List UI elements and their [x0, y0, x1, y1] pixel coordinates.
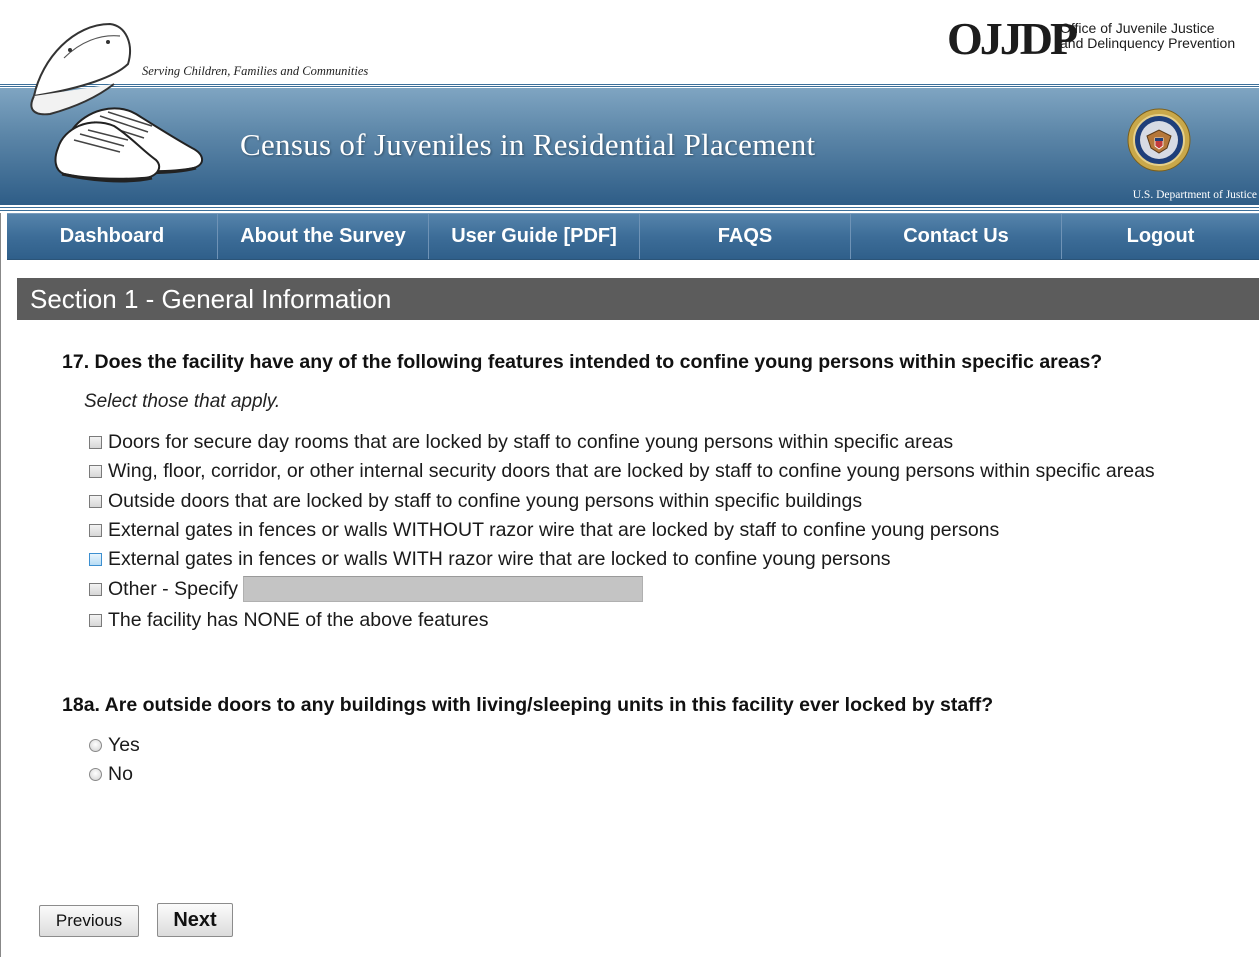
- option-label: The facility has NONE of the above featu…: [108, 608, 489, 631]
- checkbox[interactable]: [89, 436, 102, 449]
- q17-option-secure-day-rooms[interactable]: Doors for secure day rooms that are lock…: [89, 430, 953, 454]
- question-17-text: 17. Does the facility have any of the fo…: [62, 351, 1103, 373]
- agency-name: Office of Juvenile Justice and Delinquen…: [1060, 21, 1235, 51]
- q17-option-gates-without-razor-wire[interactable]: External gates in fences or walls WITHOU…: [89, 518, 999, 542]
- checkbox[interactable]: [89, 583, 102, 596]
- main-nav: Dashboard About the Survey User Guide [P…: [7, 213, 1259, 260]
- next-button[interactable]: Next: [157, 903, 233, 937]
- option-label: External gates in fences or walls WITH r…: [108, 547, 891, 570]
- agency-name-line2: and Delinquency Prevention: [1060, 35, 1236, 51]
- doj-seal-icon: [1127, 108, 1191, 172]
- radio-button[interactable]: [89, 767, 102, 781]
- header-rule-bottom: [0, 205, 1259, 213]
- site-header: Census of Juveniles in Residential Place…: [0, 0, 1259, 213]
- q17-option-other-specify[interactable]: Other - Specify: [89, 576, 644, 602]
- option-label: Yes: [108, 733, 140, 756]
- checkbox[interactable]: [89, 614, 102, 627]
- option-label: Outside doors that are locked by staff t…: [108, 489, 863, 512]
- doj-caption: U.S. Department of Justice: [1132, 189, 1257, 201]
- q17-option-none[interactable]: The facility has NONE of the above featu…: [89, 608, 488, 632]
- q18a-option-yes[interactable]: Yes: [89, 733, 140, 757]
- q17-option-internal-security-doors[interactable]: Wing, floor, corridor, or other internal…: [89, 459, 1155, 483]
- nav-dashboard[interactable]: Dashboard: [7, 214, 218, 259]
- checkbox[interactable]: [89, 465, 102, 478]
- site-tagline: Serving Children, Families and Communiti…: [142, 64, 369, 78]
- previous-button[interactable]: Previous: [39, 905, 139, 937]
- option-label: No: [108, 762, 133, 785]
- question-17-instruction: Select those that apply.: [84, 391, 281, 412]
- option-label: Other - Specify: [108, 577, 239, 600]
- ojjdp-logo: OJJDP: [947, 13, 1078, 64]
- radio-button[interactable]: [89, 738, 102, 752]
- question-18a-text: 18a. Are outside doors to any buildings …: [62, 694, 994, 716]
- q18a-option-no[interactable]: No: [89, 762, 133, 786]
- checkbox[interactable]: [89, 553, 102, 566]
- option-label: Wing, floor, corridor, or other internal…: [108, 459, 1155, 482]
- option-label: Doors for secure day rooms that are lock…: [108, 430, 954, 453]
- nav-about-survey[interactable]: About the Survey: [218, 214, 429, 259]
- sneakers-cap-logo-icon: [30, 22, 203, 183]
- section-title: Section 1 - General Information: [17, 278, 1259, 320]
- checkbox[interactable]: [89, 495, 102, 508]
- other-specify-input[interactable]: [243, 576, 644, 602]
- nav-faqs[interactable]: FAQS: [640, 214, 851, 259]
- agency-name-line1: Office of Juvenile Justice: [1060, 20, 1215, 36]
- q17-option-gates-with-razor-wire[interactable]: External gates in fences or walls WITH r…: [89, 547, 891, 571]
- site-title: Census of Juveniles in Residential Place…: [240, 127, 816, 162]
- q17-option-outside-doors[interactable]: Outside doors that are locked by staff t…: [89, 489, 862, 513]
- nav-logout[interactable]: Logout: [1062, 214, 1259, 259]
- option-label: External gates in fences or walls WITHOU…: [108, 518, 1000, 541]
- nav-user-guide[interactable]: User Guide [PDF]: [429, 214, 640, 259]
- checkbox[interactable]: [89, 524, 102, 537]
- nav-contact-us[interactable]: Contact Us: [851, 214, 1062, 259]
